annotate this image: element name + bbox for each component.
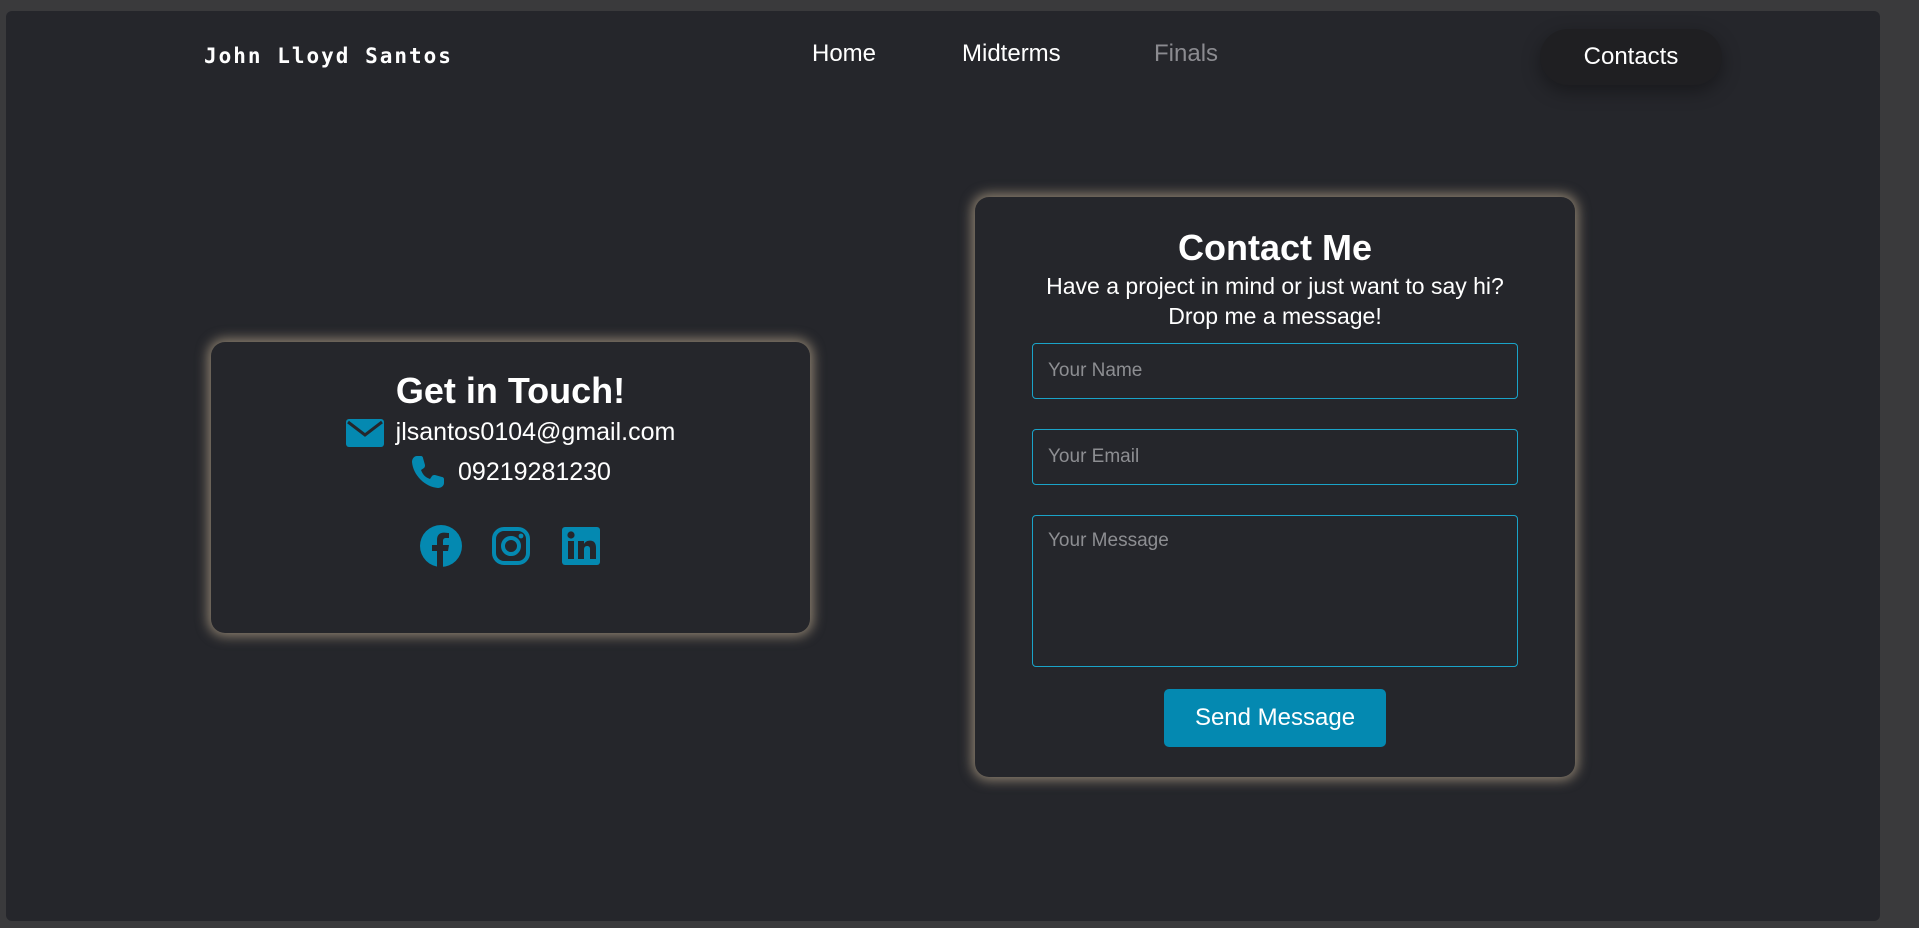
send-message-button[interactable]: Send Message bbox=[1164, 689, 1386, 747]
email-input[interactable] bbox=[1032, 429, 1518, 485]
subtitle-line-1: Have a project in mind or just want to s… bbox=[1046, 273, 1504, 299]
name-input[interactable] bbox=[1032, 343, 1518, 399]
nav-home[interactable]: Home bbox=[812, 40, 876, 68]
get-in-touch-card: Get in Touch! jlsantos0104@gmail.com 092… bbox=[211, 342, 810, 633]
phone-row: 09219281230 bbox=[211, 454, 810, 490]
phone-text[interactable]: 09219281230 bbox=[458, 458, 611, 487]
message-textarea[interactable] bbox=[1032, 515, 1518, 667]
email-text[interactable]: jlsantos0104@gmail.com bbox=[396, 418, 676, 447]
get-in-touch-title: Get in Touch! bbox=[395, 370, 626, 411]
social-links bbox=[211, 524, 810, 568]
phone-icon bbox=[410, 454, 446, 490]
nav-contacts[interactable]: Contacts bbox=[1540, 29, 1722, 85]
contact-form-card: Contact Me Have a project in mind or jus… bbox=[975, 197, 1575, 777]
nav-midterms[interactable]: Midterms bbox=[962, 40, 1061, 68]
linkedin-icon[interactable] bbox=[559, 524, 603, 568]
contact-form-title: Contact Me bbox=[1177, 227, 1372, 268]
subtitle-line-2: Drop me a message! bbox=[1168, 303, 1382, 329]
nav-finals[interactable]: Finals bbox=[1154, 40, 1218, 68]
envelope-icon bbox=[345, 418, 384, 447]
facebook-icon[interactable] bbox=[419, 524, 463, 568]
instagram-icon[interactable] bbox=[489, 524, 533, 568]
email-row: jlsantos0104@gmail.com bbox=[211, 418, 810, 447]
contact-form-subtitle: Have a project in mind or just want to s… bbox=[975, 271, 1575, 331]
